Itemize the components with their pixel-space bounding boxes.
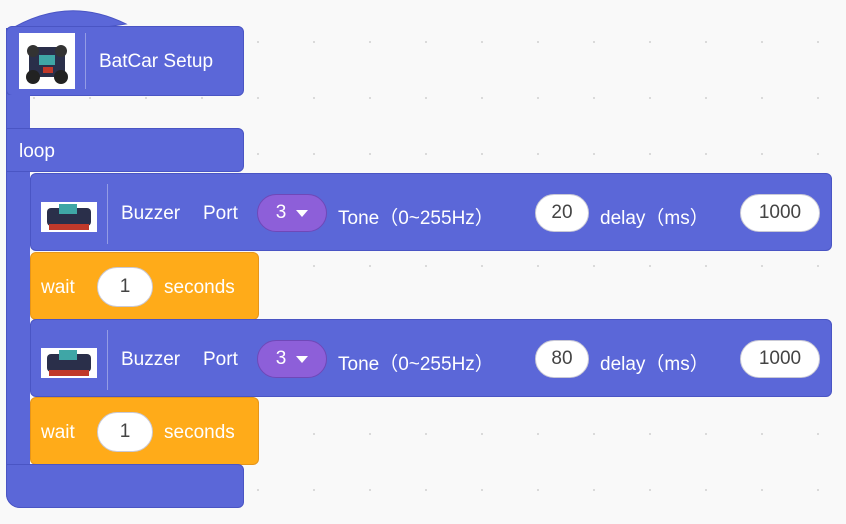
wait-block-2[interactable]: wait 1 seconds — [30, 397, 259, 465]
setup-label: BatCar Setup — [99, 51, 214, 72]
wait-label: wait — [41, 277, 75, 298]
buzzer-label: Buzzer — [121, 349, 181, 370]
port-dropdown[interactable]: 3 — [257, 194, 327, 232]
robot-car-icon — [41, 202, 97, 232]
delay-input[interactable]: 1000 — [740, 340, 820, 378]
delay-input[interactable]: 1000 — [740, 194, 820, 232]
chevron-down-icon — [296, 209, 309, 217]
block-separator — [107, 330, 108, 390]
port-dropdown[interactable]: 3 — [257, 340, 327, 378]
port-label: Port — [203, 203, 238, 224]
delay-label: delay（ms） — [600, 354, 709, 375]
wait-seconds-input[interactable]: 1 — [97, 412, 153, 452]
buzzer-label: Buzzer — [121, 203, 181, 224]
loop-block-footer — [6, 464, 244, 508]
port-label: Port — [203, 349, 238, 370]
robot-car-icon — [41, 348, 97, 378]
delay-label: delay（ms） — [600, 208, 709, 229]
tone-input[interactable]: 80 — [535, 340, 589, 378]
loop-block-header[interactable]: loop — [6, 128, 244, 172]
loop-label: loop — [19, 141, 55, 162]
block-separator — [107, 184, 108, 244]
wait-label: wait — [41, 422, 75, 443]
port-value: 3 — [275, 202, 287, 223]
seconds-label: seconds — [164, 422, 235, 443]
wait-block-1[interactable]: wait 1 seconds — [30, 252, 259, 320]
tone-input[interactable]: 20 — [535, 194, 589, 232]
seconds-label: seconds — [164, 277, 235, 298]
tone-label: Tone（0~255Hz） — [338, 208, 494, 229]
buzzer-block-1[interactable]: Buzzer Port 3 Tone（0~255Hz） 20 delay（ms）… — [30, 173, 832, 251]
robot-car-icon — [19, 33, 75, 89]
port-value: 3 — [275, 348, 287, 369]
buzzer-block-2[interactable]: Buzzer Port 3 Tone（0~255Hz） 80 delay（ms）… — [30, 319, 832, 397]
wait-seconds-input[interactable]: 1 — [97, 267, 153, 307]
tone-label: Tone（0~255Hz） — [338, 354, 494, 375]
batcar-setup-block[interactable]: BatCar Setup — [6, 26, 244, 96]
setup-separator — [85, 33, 86, 89]
setup-bottom-bar — [6, 95, 30, 131]
chevron-down-icon — [296, 355, 309, 363]
